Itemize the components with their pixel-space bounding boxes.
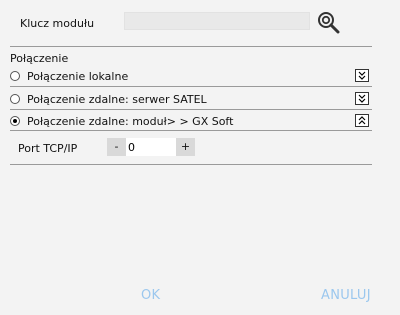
double-chevron-down-icon [358,71,366,80]
expand-local-button[interactable] [355,69,369,82]
separator [10,164,372,165]
radio-button[interactable] [10,71,20,81]
port-label: Port TCP/IP [18,142,78,155]
search-button[interactable] [316,10,342,34]
port-decrement-button[interactable]: - [107,138,126,156]
expand-satel-button[interactable] [355,92,369,105]
radio-label: Połączenie zdalne: serwer SATEL [27,92,207,106]
magnifier-icon [318,12,340,34]
radio-button-checked[interactable] [10,116,20,126]
port-increment-button[interactable]: + [176,138,195,156]
separator [10,86,372,87]
separator [10,109,372,110]
separator [10,46,372,47]
module-key-input[interactable] [124,12,310,30]
radio-remote-satel[interactable]: Połączenie zdalne: serwer SATEL [10,90,207,108]
double-chevron-up-icon [358,116,366,125]
cancel-button[interactable]: ANULUJ [321,288,371,303]
radio-label: Połączenie lokalne [27,69,129,83]
module-key-label: Klucz modułu [20,17,95,30]
radio-button[interactable] [10,94,20,104]
radio-label: Połączenie zdalne: moduł> > GX Soft [27,114,234,128]
double-chevron-down-icon [358,94,366,103]
connection-group-title: Połączenie [10,52,69,65]
collapse-gxsoft-button[interactable] [355,114,369,127]
separator [10,130,372,131]
radio-local-connection[interactable]: Połączenie lokalne [10,67,128,85]
port-input[interactable] [126,138,176,156]
ok-button[interactable]: OK [141,288,160,303]
radio-remote-gxsoft[interactable]: Połączenie zdalne: moduł> > GX Soft [10,112,233,130]
